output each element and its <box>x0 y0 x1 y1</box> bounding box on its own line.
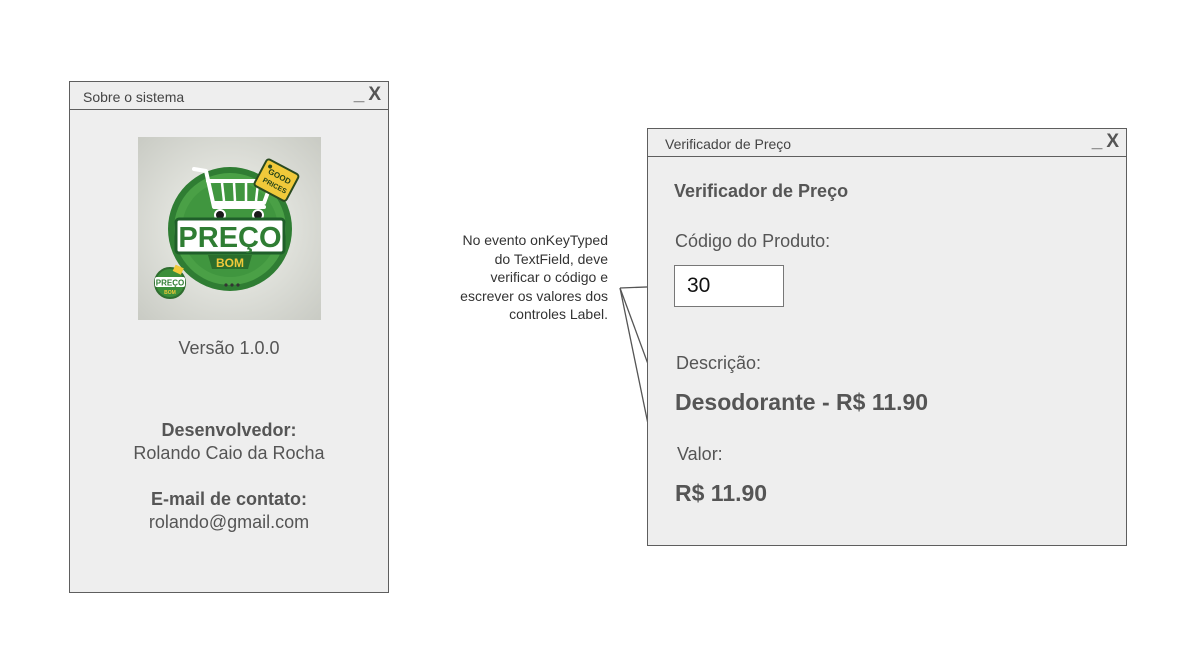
value-label: Valor: <box>677 444 723 464</box>
close-button[interactable]: X <box>1106 131 1119 152</box>
value-value: R$ 11.90 <box>675 480 768 506</box>
price-titlebar: Verificador de Preço _ X <box>648 129 1126 157</box>
description-value: Desodorante - R$ 11.90 <box>675 389 929 415</box>
price-checker-window: Verificador de Preço _ X Verificador de P… <box>647 128 1127 546</box>
minimize-button[interactable]: _ <box>1092 131 1103 152</box>
price-window-title: Verificador de Preço <box>665 136 792 152</box>
code-label: Código do Produto: <box>675 231 831 251</box>
price-heading: Verificador de Preço <box>674 181 849 201</box>
product-code-input[interactable] <box>674 265 784 307</box>
description-label: Descrição: <box>676 353 762 373</box>
